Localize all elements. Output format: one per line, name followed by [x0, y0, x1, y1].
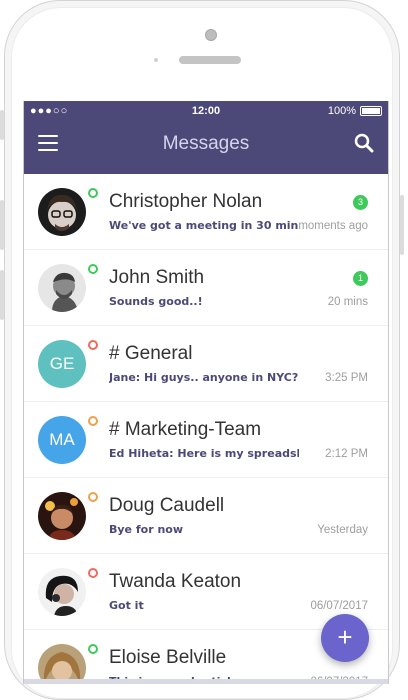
avatar	[38, 568, 86, 616]
status-indicator	[88, 416, 98, 426]
contact-name: Doug Caudell	[109, 495, 225, 516]
volume-up-button	[0, 200, 4, 250]
avatar	[38, 492, 86, 540]
message-time: 3:25 PM	[325, 372, 368, 384]
conversation-item[interactable]: Doug Caudell Bye for now Yesterday	[24, 478, 388, 554]
status-indicator	[88, 568, 98, 578]
message-preview: Ed Hiheta: Here is my spreadsh...	[109, 447, 299, 460]
channel-avatar: GE	[38, 340, 86, 388]
new-message-button[interactable]: +	[321, 614, 369, 662]
camera-icon	[205, 29, 217, 41]
power-button	[400, 195, 404, 255]
battery-label: 100%	[327, 105, 356, 117]
message-preview: Jane: Hi guys.. anyone in NYC?	[109, 371, 299, 384]
channel-name: # General	[109, 343, 193, 364]
message-preview: We've got a meeting in 30 mins	[109, 219, 299, 232]
speaker-grille	[179, 56, 241, 64]
message-preview: Sounds good..!	[109, 295, 203, 308]
status-indicator	[88, 264, 98, 274]
conversation-item[interactable]: GE # General Jane: Hi guys.. anyone in N…	[24, 326, 388, 402]
status-indicator	[88, 188, 98, 198]
conversation-item[interactable]: Christopher Nolan We've got a meeting in…	[24, 174, 388, 250]
page-title: Messages	[162, 133, 250, 154]
app-header: Messages	[24, 121, 388, 174]
message-time: Yesterday	[317, 524, 368, 536]
contact-name: Christopher Nolan	[109, 191, 263, 212]
status-bar: ●●●○○ 12:00 100%	[24, 101, 388, 121]
avatar	[38, 188, 86, 236]
bottom-bar	[24, 679, 388, 684]
volume-down-button	[0, 270, 4, 320]
battery-indicator: 100%	[328, 105, 382, 117]
app-screen: ●●●○○ 12:00 100% Messages Christopher No…	[23, 101, 389, 684]
avatar	[38, 264, 86, 312]
unread-badge: 1	[353, 271, 368, 286]
status-indicator	[88, 492, 98, 502]
status-indicator	[88, 644, 98, 654]
channel-name: # Marketing-Team	[109, 419, 262, 440]
unread-badge: 3	[353, 195, 368, 210]
message-time: 2:12 PM	[325, 448, 368, 460]
contact-name: John Smith	[109, 267, 205, 288]
contact-name: Eloise Belville	[109, 647, 227, 668]
sensor-icon	[154, 58, 158, 62]
message-preview: Got it	[109, 599, 144, 612]
battery-icon	[360, 106, 382, 116]
avatar	[38, 644, 86, 684]
mute-switch	[0, 110, 4, 140]
conversation-item[interactable]: MA # Marketing-Team Ed Hiheta: Here is m…	[24, 402, 388, 478]
conversation-list: Christopher Nolan We've got a meeting in…	[24, 174, 388, 684]
channel-avatar: MA	[38, 416, 86, 464]
status-indicator	[88, 340, 98, 350]
message-time: 20 mins	[327, 296, 368, 308]
contact-name: Twanda Keaton	[109, 571, 242, 592]
message-time: 06/07/2017	[310, 600, 368, 612]
conversation-item[interactable]: John Smith Sounds good..! 1 20 mins	[24, 250, 388, 326]
message-time: moments ago	[298, 220, 368, 232]
message-preview: Bye for now	[109, 523, 183, 536]
search-icon[interactable]	[354, 133, 374, 153]
